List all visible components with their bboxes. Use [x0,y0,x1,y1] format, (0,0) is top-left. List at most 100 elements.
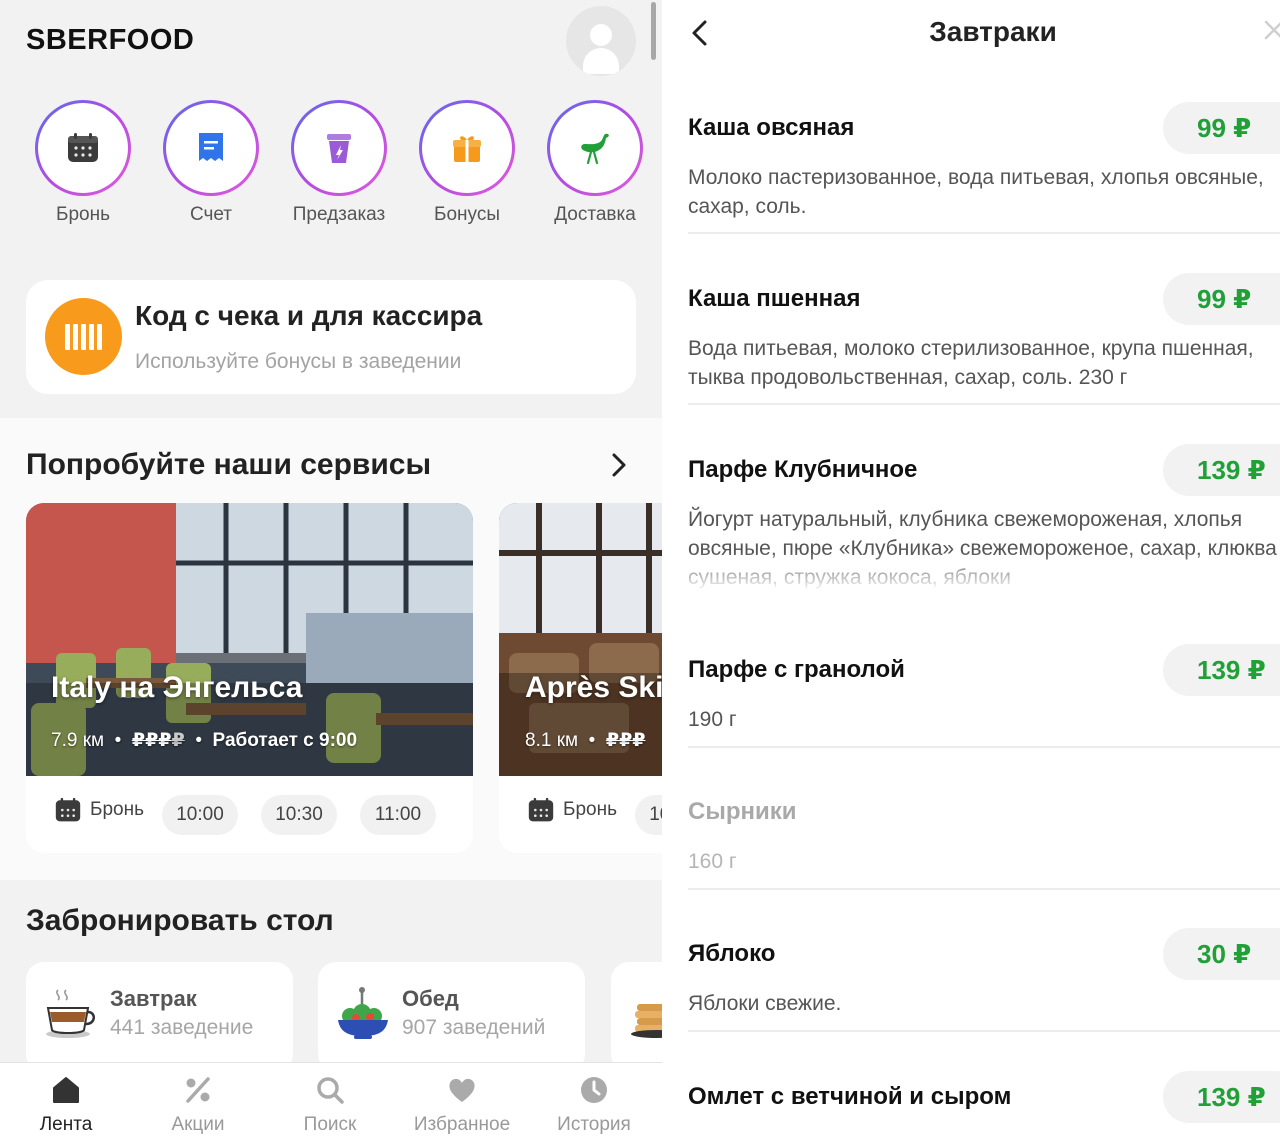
code-card-subtitle: Используйте бонусы в заведении [135,350,462,373]
home-icon [53,1077,79,1103]
description-fade [688,552,1280,592]
coffee-cup-icon [327,134,351,163]
restaurant-name: Après Ski [525,671,662,704]
restaurant-price-level: ₽₽₽ [605,730,646,751]
restaurant-distance: 8.1 км [525,730,579,751]
dish-description: 190 г [688,708,737,731]
chevron-right-icon[interactable] [608,452,630,483]
price-button[interactable]: 139 ₽ [1163,1071,1280,1123]
divider [688,888,1280,890]
dish-description: Молоко пастеризованное, вода питьевая, х… [688,166,1264,218]
tab-label: Лента [39,1114,93,1135]
calendar-icon [68,133,98,162]
restaurant-name: Italy на Энгельса [51,671,303,704]
dish-item-unavailable[interactable]: Сырники 160 г [688,784,1280,894]
coffee-cup-icon [44,986,96,1047]
service-label: Счет [189,204,233,225]
price-button[interactable]: 99 ₽ [1163,273,1280,325]
time-slot[interactable]: 10:30 [261,795,337,835]
tab-istoriya[interactable]: История [528,1075,660,1136]
dish-description: 160 г [688,850,737,873]
dish-item[interactable]: Парфе Клубничное 139 ₽ Йогурт натуральны… [688,442,1280,612]
bron-button[interactable]: Бронь [54,797,144,823]
close-icon [1264,20,1280,40]
dish-item[interactable]: Яблоко 30 ₽ Яблоки свежие. [688,926,1280,1036]
meal-name: Завтрак [110,986,197,1011]
dish-item[interactable]: Омлет с ветчиной и сыром 139 ₽ [688,1069,1280,1141]
salad-bowl-icon [336,986,390,1047]
service-bron[interactable]: Бронь [19,100,147,226]
bottom-tab-bar: Лента Акции Поиск Избранное История [0,1062,662,1141]
dish-description: Яблоки свежие. [688,992,842,1015]
bron-button[interactable]: Бронь [527,797,617,823]
page-title: Завтраки [929,16,1057,47]
book-table-title: Забронировать стол [26,904,334,937]
restaurant-card[interactable]: Après Ski 8.1 км • ₽₽₽ Бронь 10:00 [499,503,662,853]
tab-izbrannoe[interactable]: Избранное [396,1075,528,1136]
avatar-head-shape [590,24,612,46]
booking-row: Бронь 10:00 10:30 11:00 [26,795,473,837]
code-card-title: Код с чека и для кассира [135,300,483,331]
search-icon [317,1077,344,1104]
dish-description: Вода питьевая, молоко стерилизованное, к… [688,334,1280,392]
tab-label: Поиск [303,1114,357,1135]
tab-lenta[interactable]: Лента [0,1075,132,1136]
restaurant-price-dim: ₽ [171,730,185,751]
receipt-code-card[interactable]: Код с чека и для кассира Используйте бон… [26,280,636,394]
service-label: Бонусы [434,204,500,225]
price-button[interactable]: 30 ₽ [1163,928,1280,980]
dish-name: Парфе с гранолой [688,656,905,683]
dish-name: Яблоко [688,940,776,967]
tab-label: История [557,1114,631,1135]
price-button[interactable]: 139 ₽ [1163,644,1280,696]
dish-name: Каша пшенная [688,285,861,312]
divider [688,1030,1280,1032]
service-bonusy[interactable]: Бонусы [403,100,531,226]
service-predzakaz[interactable]: Предзаказ [275,100,403,226]
divider [688,232,1280,234]
clock-icon [581,1077,607,1103]
service-dostavka[interactable]: Доставка [531,100,659,226]
scrollbar[interactable] [651,2,656,60]
restaurant-card[interactable]: Italy на Энгельса 7.9 км • ₽₽₽₽ • Работа… [26,503,473,853]
divider [688,746,1280,748]
bron-label: Бронь [90,799,144,820]
dish-name: Сырники [688,798,797,825]
tab-label: Акции [171,1114,225,1135]
meal-count: 441 заведение [110,1016,254,1039]
restaurant-meta: 8.1 км • ₽₽₽ [525,730,646,751]
dish-item[interactable]: Каша пшенная 99 ₽ Вода питьевая, молоко … [688,271,1280,411]
price-button[interactable]: 99 ₽ [1163,102,1280,154]
heart-icon [449,1078,475,1102]
dish-name: Омлет с ветчиной и сыром [688,1083,1012,1110]
restaurant-meta: 7.9 км • ₽₽₽₽ • Работает с 9:00 [51,730,358,751]
barcode-icon [45,298,122,375]
service-label: Бронь [56,204,110,225]
time-slot[interactable]: 10:00 [162,795,238,835]
service-label: Предзаказ [292,204,386,225]
time-slot[interactable]: 11:00 [360,795,436,835]
meal-count: 907 заведений [402,1016,546,1039]
dish-item[interactable]: Парфе с гранолой 139 ₽ 190 г [688,642,1280,752]
service-schet[interactable]: Счет [147,100,275,226]
tab-akcii[interactable]: Акции [132,1075,264,1136]
meal-card-dinner[interactable] [611,962,662,1072]
dish-name: Каша овсяная [688,114,855,141]
dish-item[interactable]: Каша овсяная 99 ₽ Молоко пастеризованное… [688,100,1280,240]
menu-category-screen: Завтраки Каша овсяная 99 ₽ Молоко пастер… [662,0,1280,1141]
price-button[interactable]: 139 ₽ [1163,444,1280,496]
calendar-icon [528,797,554,822]
time-slot[interactable]: 10:00 [635,795,662,835]
pancakes-icon [629,986,662,1047]
gift-icon [453,136,481,162]
booking-row: Бронь 10:00 [499,795,662,837]
app-logo: SBERFOOD [26,24,195,56]
tab-label: Избранное [413,1114,511,1135]
tab-poisk[interactable]: Поиск [264,1075,396,1136]
receipt-icon [199,133,223,161]
close-button[interactable] [1262,18,1280,51]
meal-card-breakfast[interactable]: Завтрак 441 заведение [26,962,293,1072]
restaurant-hours: Работает с 9:00 [212,730,358,751]
meal-card-lunch[interactable]: Обед 907 заведений [318,962,585,1072]
profile-avatar[interactable] [566,6,636,76]
